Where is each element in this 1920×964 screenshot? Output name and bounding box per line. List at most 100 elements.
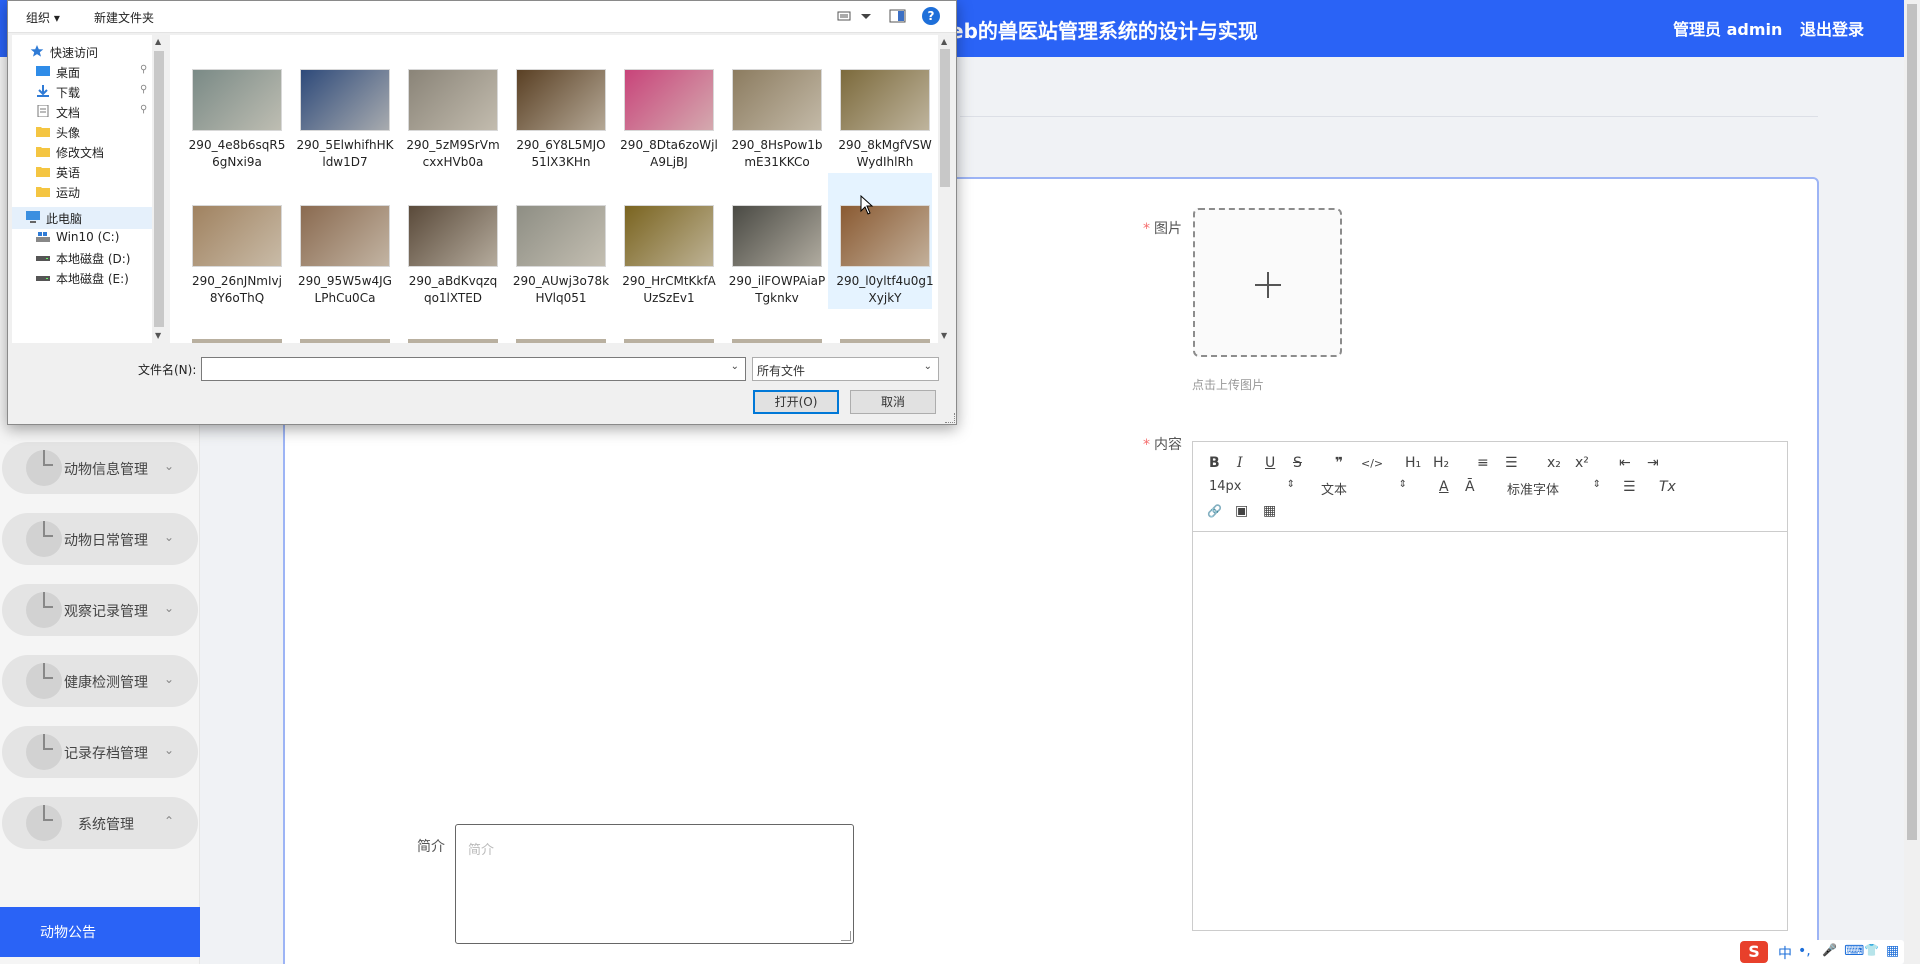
file-item[interactable]: 290_5zM9SrVm cxxHVb0a: [396, 37, 500, 173]
filetype-select[interactable]: 所有文件 ⌄: [752, 357, 939, 381]
image-thumbnail-partial[interactable]: [516, 339, 606, 343]
file-item[interactable]: 290_5ElwhifhHK ldw1D7: [288, 37, 393, 173]
outdent-button[interactable]: ⇤: [1619, 454, 1631, 472]
nav-scrollbar[interactable]: ▲ ▼: [152, 35, 166, 343]
new-folder-button[interactable]: 新建文件夹: [94, 9, 154, 26]
file-item[interactable]: 290_HrCMtKkfA UzSzEv1: [612, 173, 716, 309]
font-color-button[interactable]: A: [1439, 478, 1449, 496]
ime-lang-toggle[interactable]: 中: [1778, 943, 1792, 963]
font-size-select[interactable]: 14px ⇕: [1209, 479, 1295, 494]
view-options-icon[interactable]: [836, 7, 856, 25]
filename-input[interactable]: ⌄: [201, 357, 746, 381]
punctuation-icon[interactable]: •,: [1798, 943, 1811, 959]
image-thumbnail-partial[interactable]: [840, 339, 930, 343]
indent-button[interactable]: ⇥: [1647, 454, 1659, 472]
breadcrumb-divider: [960, 116, 1818, 117]
sidebar-item-animal-daily[interactable]: 动物日常管理 ⌄: [2, 513, 198, 565]
file-item[interactable]: 290_8Dta6zoWjl A9LjBJ: [612, 37, 718, 173]
preview-pane-icon[interactable]: [888, 7, 908, 25]
file-item[interactable]: 290_6Y8L5MJO 51lX3KHn: [504, 37, 608, 173]
star-icon: [30, 45, 44, 57]
image-thumbnail-partial[interactable]: [408, 339, 498, 343]
keyboard-icon[interactable]: ⌨: [1844, 943, 1864, 959]
nav-item[interactable]: 本地磁盘 (D:): [12, 247, 152, 269]
sidebar-item-system[interactable]: 系统管理 ⌃: [2, 797, 198, 849]
sidebar-item-animal-notice[interactable]: 动物公告: [0, 907, 200, 957]
file-scrollbar[interactable]: ▲ ▼: [938, 35, 952, 343]
strike-button[interactable]: S: [1293, 454, 1302, 472]
file-item[interactable]: 290_AUwj3o78k HVlq051: [504, 173, 609, 309]
mic-icon[interactable]: 🎤: [1822, 943, 1837, 957]
nav-item[interactable]: 文档 ⚲: [12, 101, 152, 123]
cancel-button[interactable]: 取消: [850, 390, 936, 414]
scroll-up-icon[interactable]: ▲: [941, 37, 947, 46]
nav-item[interactable]: 本地磁盘 (E:): [12, 267, 152, 289]
align-button[interactable]: ☰: [1623, 478, 1636, 496]
file-item[interactable]: 290_l0yltf4u0g1 XyjkY: [828, 173, 934, 309]
scroll-up-icon[interactable]: ▲: [155, 37, 161, 46]
skin-icon[interactable]: 👕: [1864, 943, 1879, 957]
block-type-select[interactable]: 文本 ⇕: [1321, 479, 1407, 498]
quote-button[interactable]: ❞: [1335, 454, 1343, 472]
file-item[interactable]: 290_95W5w4JG LPhCu0Ca: [288, 173, 392, 309]
resize-grip-icon[interactable]: [841, 931, 851, 941]
scroll-down-icon[interactable]: ▼: [155, 331, 161, 340]
italic-button[interactable]: I: [1237, 454, 1243, 472]
view-dropdown-icon[interactable]: [856, 7, 876, 25]
nav-item[interactable]: 运动: [12, 181, 152, 203]
nav-item[interactable]: Win10 (C:): [12, 227, 152, 249]
font-family-select[interactable]: 标准字体 ⇕: [1507, 479, 1601, 498]
file-item[interactable]: 290_8HsPow1b mE31KKCo: [720, 37, 824, 173]
scroll-down-icon[interactable]: ▼: [941, 331, 947, 340]
resize-grip-icon[interactable]: [945, 413, 955, 423]
superscript-button[interactable]: x²: [1575, 454, 1589, 472]
file-name-line: 290_l0yltf4u0g1: [836, 274, 934, 288]
bold-button[interactable]: B: [1209, 454, 1220, 472]
open-button[interactable]: 打开(O): [753, 390, 839, 414]
nav-item[interactable]: 快速访问: [12, 41, 152, 63]
sogou-logo-icon[interactable]: S: [1740, 941, 1768, 963]
file-item[interactable]: 290_ilFOWPAiaP Tgknkv: [720, 173, 825, 309]
link-button[interactable]: 🔗: [1207, 502, 1222, 520]
grid-icon[interactable]: ▦: [1886, 943, 1899, 959]
nav-item[interactable]: 此电脑: [12, 207, 152, 229]
file-item[interactable]: 290_aBdKvqzq qo1lXTED: [396, 173, 500, 309]
file-item[interactable]: 290_26nJNmIvj 8Y6oThQ: [180, 173, 284, 309]
organize-menu[interactable]: 组织 ▾: [26, 9, 60, 26]
underline-button[interactable]: U: [1265, 454, 1275, 472]
intro-textarea[interactable]: 简介: [455, 824, 854, 944]
nav-scrollbar-thumb[interactable]: [154, 51, 164, 327]
nav-item[interactable]: 修改文档: [12, 141, 152, 163]
page-scrollbar-thumb[interactable]: [1907, 4, 1917, 840]
image-thumbnail-partial[interactable]: [624, 339, 714, 343]
chevron-down-icon[interactable]: ⌄: [731, 361, 739, 372]
help-icon[interactable]: ?: [922, 7, 940, 25]
nav-item[interactable]: 头像: [12, 121, 152, 143]
sidebar-item-animal-info[interactable]: 动物信息管理 ⌄: [2, 442, 198, 494]
subscript-button[interactable]: x₂: [1547, 454, 1561, 472]
file-scrollbar-thumb[interactable]: [940, 49, 950, 187]
h1-button[interactable]: H₁: [1405, 454, 1421, 472]
image-upload-button[interactable]: [1193, 208, 1342, 357]
page-scrollbar[interactable]: [1904, 0, 1920, 964]
clean-format-button[interactable]: Tx: [1659, 478, 1676, 496]
image-thumbnail-partial[interactable]: [300, 339, 390, 343]
bullet-list-button[interactable]: ☰: [1505, 454, 1518, 472]
nav-item[interactable]: 下载 ⚲: [12, 81, 152, 103]
image-button[interactable]: ▣: [1235, 502, 1248, 520]
video-button[interactable]: ▦: [1263, 502, 1276, 520]
file-item[interactable]: 290_4e8b6sqR5 6gNxi9a: [180, 37, 285, 173]
image-thumbnail-partial[interactable]: [192, 339, 282, 343]
nav-item[interactable]: 英语: [12, 161, 152, 183]
background-color-button[interactable]: Ā: [1465, 478, 1475, 496]
sidebar-item-observation[interactable]: 观察记录管理 ⌄: [2, 584, 198, 636]
file-item[interactable]: 290_8kMgfVSW WydIhlRh: [828, 37, 932, 173]
nav-item[interactable]: 桌面 ⚲: [12, 61, 152, 83]
ordered-list-button[interactable]: ≡: [1477, 454, 1489, 472]
logout-button[interactable]: 退出登录: [1800, 20, 1864, 39]
code-block-button[interactable]: </>: [1361, 455, 1383, 473]
image-thumbnail-partial[interactable]: [732, 339, 822, 343]
h2-button[interactable]: H₂: [1433, 454, 1449, 472]
sidebar-item-record-archive[interactable]: 记录存档管理 ⌄: [2, 726, 198, 778]
sidebar-item-health-check[interactable]: 健康检测管理 ⌄: [2, 655, 198, 707]
